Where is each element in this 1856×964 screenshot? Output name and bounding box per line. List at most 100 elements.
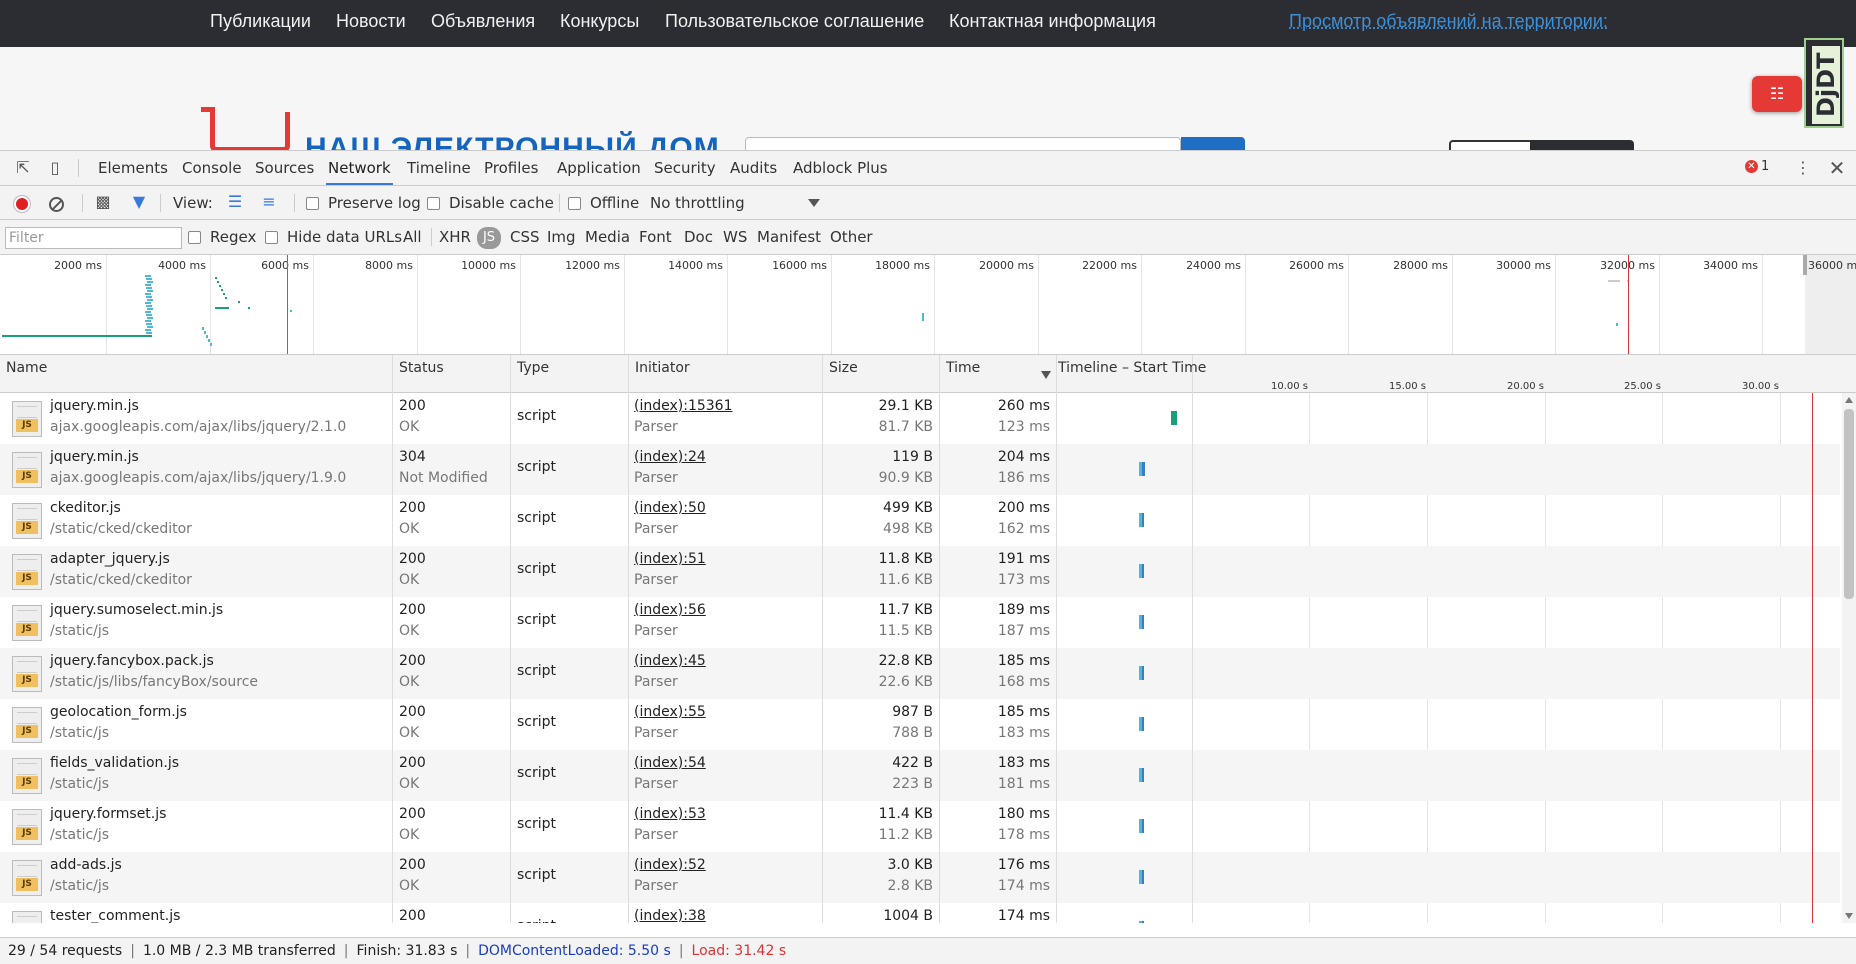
error-count-badge[interactable]: ✕ 1 bbox=[1745, 159, 1769, 174]
site-search-button[interactable] bbox=[1181, 137, 1245, 150]
waterfall-bar-receiving[interactable] bbox=[1142, 768, 1144, 782]
view-ads-territory-link[interactable]: Просмотр объявлений на территории: bbox=[1289, 11, 1608, 32]
tab-console[interactable]: Console bbox=[180, 151, 244, 185]
request-name[interactable]: jquery.fancybox.pack.js bbox=[50, 653, 214, 669]
nav-item-contacts[interactable]: Контактная информация bbox=[949, 11, 1156, 32]
filter-css[interactable]: CSS bbox=[510, 228, 540, 246]
offline-checkbox[interactable] bbox=[568, 197, 581, 210]
disable-cache-checkbox[interactable] bbox=[427, 197, 440, 210]
filter-xhr[interactable]: XHR bbox=[439, 228, 471, 246]
large-rows-icon[interactable]: ☰ bbox=[224, 191, 246, 213]
request-row[interactable]: JS jquery.formset.js /static/js 200 OK s… bbox=[0, 801, 1840, 852]
record-icon[interactable] bbox=[14, 196, 30, 212]
initiator-link[interactable]: (index):38 bbox=[634, 908, 706, 923]
site-search-input[interactable] bbox=[745, 137, 1181, 150]
filter-all[interactable]: All bbox=[403, 228, 422, 246]
request-row[interactable]: JS ckeditor.js /static/cked/ckeditor 200… bbox=[0, 495, 1840, 546]
waterfall-bar[interactable] bbox=[1171, 411, 1177, 425]
nav-item-news[interactable]: Новости bbox=[336, 11, 406, 32]
tab-profiles[interactable]: Profiles bbox=[482, 151, 540, 185]
filter-font[interactable]: Font bbox=[639, 228, 672, 246]
initiator-link[interactable]: (index):53 bbox=[634, 806, 706, 822]
site-login-button[interactable] bbox=[1449, 140, 1533, 150]
column-initiator[interactable]: Initiator bbox=[629, 355, 823, 393]
inspect-element-icon[interactable]: ⇱ bbox=[12, 157, 34, 179]
filter-img[interactable]: Img bbox=[547, 228, 576, 246]
camera-icon[interactable]: ▩ bbox=[92, 191, 114, 213]
waterfall-bar-receiving[interactable] bbox=[1142, 513, 1144, 527]
waterfall-bar-receiving[interactable] bbox=[1142, 870, 1144, 884]
nav-item-user-agreement[interactable]: Пользовательское соглашение bbox=[665, 11, 924, 32]
django-debug-toolbar-handle[interactable]: DjDT bbox=[1804, 38, 1844, 128]
regex-checkbox[interactable] bbox=[188, 231, 201, 244]
waterfall-bar-receiving[interactable] bbox=[1142, 564, 1144, 578]
request-name[interactable]: jquery.min.js bbox=[50, 449, 139, 465]
tab-network[interactable]: Network bbox=[326, 151, 393, 185]
tab-audits[interactable]: Audits bbox=[728, 151, 779, 185]
column-name[interactable]: Name bbox=[0, 355, 393, 393]
tab-sources[interactable]: Sources bbox=[253, 151, 316, 185]
initiator-link[interactable]: (index):24 bbox=[634, 449, 706, 465]
request-name[interactable]: geolocation_form.js bbox=[50, 704, 187, 720]
nav-item-ads[interactable]: Объявления bbox=[431, 11, 535, 32]
initiator-link[interactable]: (index):51 bbox=[634, 551, 706, 567]
nav-item-contests[interactable]: Конкурсы bbox=[560, 11, 639, 32]
filter-js[interactable]: JS bbox=[477, 227, 501, 249]
tab-application[interactable]: Application bbox=[555, 151, 643, 185]
site-logo-text[interactable]: НАШ ЭЛЕКТРОННЫЙ ДОМ bbox=[305, 132, 720, 150]
tab-timeline[interactable]: Timeline bbox=[405, 151, 473, 185]
nav-item-publications[interactable]: Публикации bbox=[210, 11, 311, 32]
filter-media[interactable]: Media bbox=[585, 228, 630, 246]
filter-manifest[interactable]: Manifest bbox=[757, 228, 821, 246]
request-name[interactable]: tester_comment.js bbox=[50, 908, 180, 923]
initiator-link[interactable]: (index):56 bbox=[634, 602, 706, 618]
request-row[interactable]: JS jquery.min.js ajax.googleapis.com/aja… bbox=[0, 393, 1840, 444]
request-list-scrollbar[interactable] bbox=[1842, 393, 1856, 923]
scroll-thumb[interactable] bbox=[1844, 409, 1854, 599]
throttling-select[interactable]: No throttling bbox=[650, 194, 745, 212]
waterfall-bar-receiving[interactable] bbox=[1142, 921, 1144, 923]
filter-funnel-icon[interactable]: ▼ bbox=[128, 191, 150, 213]
preserve-log-checkbox[interactable] bbox=[306, 197, 319, 210]
scroll-down-icon[interactable] bbox=[1845, 913, 1853, 919]
waterfall-overview-icon[interactable]: ≡ bbox=[258, 191, 280, 213]
column-status[interactable]: Status bbox=[393, 355, 511, 393]
scroll-up-icon[interactable] bbox=[1845, 397, 1853, 403]
waterfall-bar-receiving[interactable] bbox=[1142, 666, 1144, 680]
site-register-button[interactable] bbox=[1530, 140, 1634, 150]
device-mode-icon[interactable]: ▯ bbox=[44, 157, 66, 179]
request-name[interactable]: jquery.formset.js bbox=[50, 806, 166, 822]
close-devtools-icon[interactable]: ✕ bbox=[1826, 157, 1848, 179]
column-size[interactable]: Size bbox=[823, 355, 940, 393]
request-name[interactable]: adapter_jquery.js bbox=[50, 551, 170, 567]
tab-security[interactable]: Security bbox=[652, 151, 718, 185]
waterfall-bar-receiving[interactable] bbox=[1142, 462, 1145, 476]
request-name[interactable]: fields_validation.js bbox=[50, 755, 179, 771]
request-name[interactable]: ckeditor.js bbox=[50, 500, 121, 516]
tab-elements[interactable]: Elements bbox=[96, 151, 170, 185]
overview-window-handle[interactable] bbox=[1803, 255, 1807, 275]
request-row[interactable]: JS fields_validation.js /static/js 200 O… bbox=[0, 750, 1840, 801]
pdf-icon[interactable]: ☷ bbox=[1752, 76, 1802, 112]
filter-doc[interactable]: Doc bbox=[684, 228, 713, 246]
hide-data-urls-checkbox[interactable] bbox=[265, 231, 278, 244]
initiator-link[interactable]: (index):15361 bbox=[634, 398, 732, 414]
network-overview[interactable]: 2000 ms 4000 ms 6000 ms 8000 ms 10000 ms 1200… bbox=[0, 255, 1856, 355]
request-row[interactable]: JS adapter_jquery.js /static/cked/ckedit… bbox=[0, 546, 1840, 597]
tab-adblock-plus[interactable]: Adblock Plus bbox=[791, 151, 890, 185]
throttling-dropdown-icon[interactable] bbox=[808, 199, 820, 207]
request-name[interactable]: jquery.min.js bbox=[50, 398, 139, 414]
request-row[interactable]: JS tester_comment.js 200 script (index):… bbox=[0, 903, 1840, 923]
filter-ws[interactable]: WS bbox=[723, 228, 747, 246]
request-row[interactable]: JS add-ads.js /static/js 200 OK script (… bbox=[0, 852, 1840, 903]
request-name[interactable]: jquery.sumoselect.min.js bbox=[50, 602, 223, 618]
request-row[interactable]: JS jquery.min.js ajax.googleapis.com/aja… bbox=[0, 444, 1840, 495]
column-time[interactable]: Time bbox=[940, 355, 1057, 393]
request-row[interactable]: JS geolocation_form.js /static/js 200 OK… bbox=[0, 699, 1840, 750]
column-timeline[interactable]: Timeline – Start Time bbox=[1057, 355, 1206, 393]
clear-icon[interactable] bbox=[49, 197, 64, 212]
waterfall-bar-receiving[interactable] bbox=[1142, 615, 1144, 629]
request-row[interactable]: JS jquery.sumoselect.min.js /static/js 2… bbox=[0, 597, 1840, 648]
filter-other[interactable]: Other bbox=[830, 228, 873, 246]
initiator-link[interactable]: (index):45 bbox=[634, 653, 706, 669]
